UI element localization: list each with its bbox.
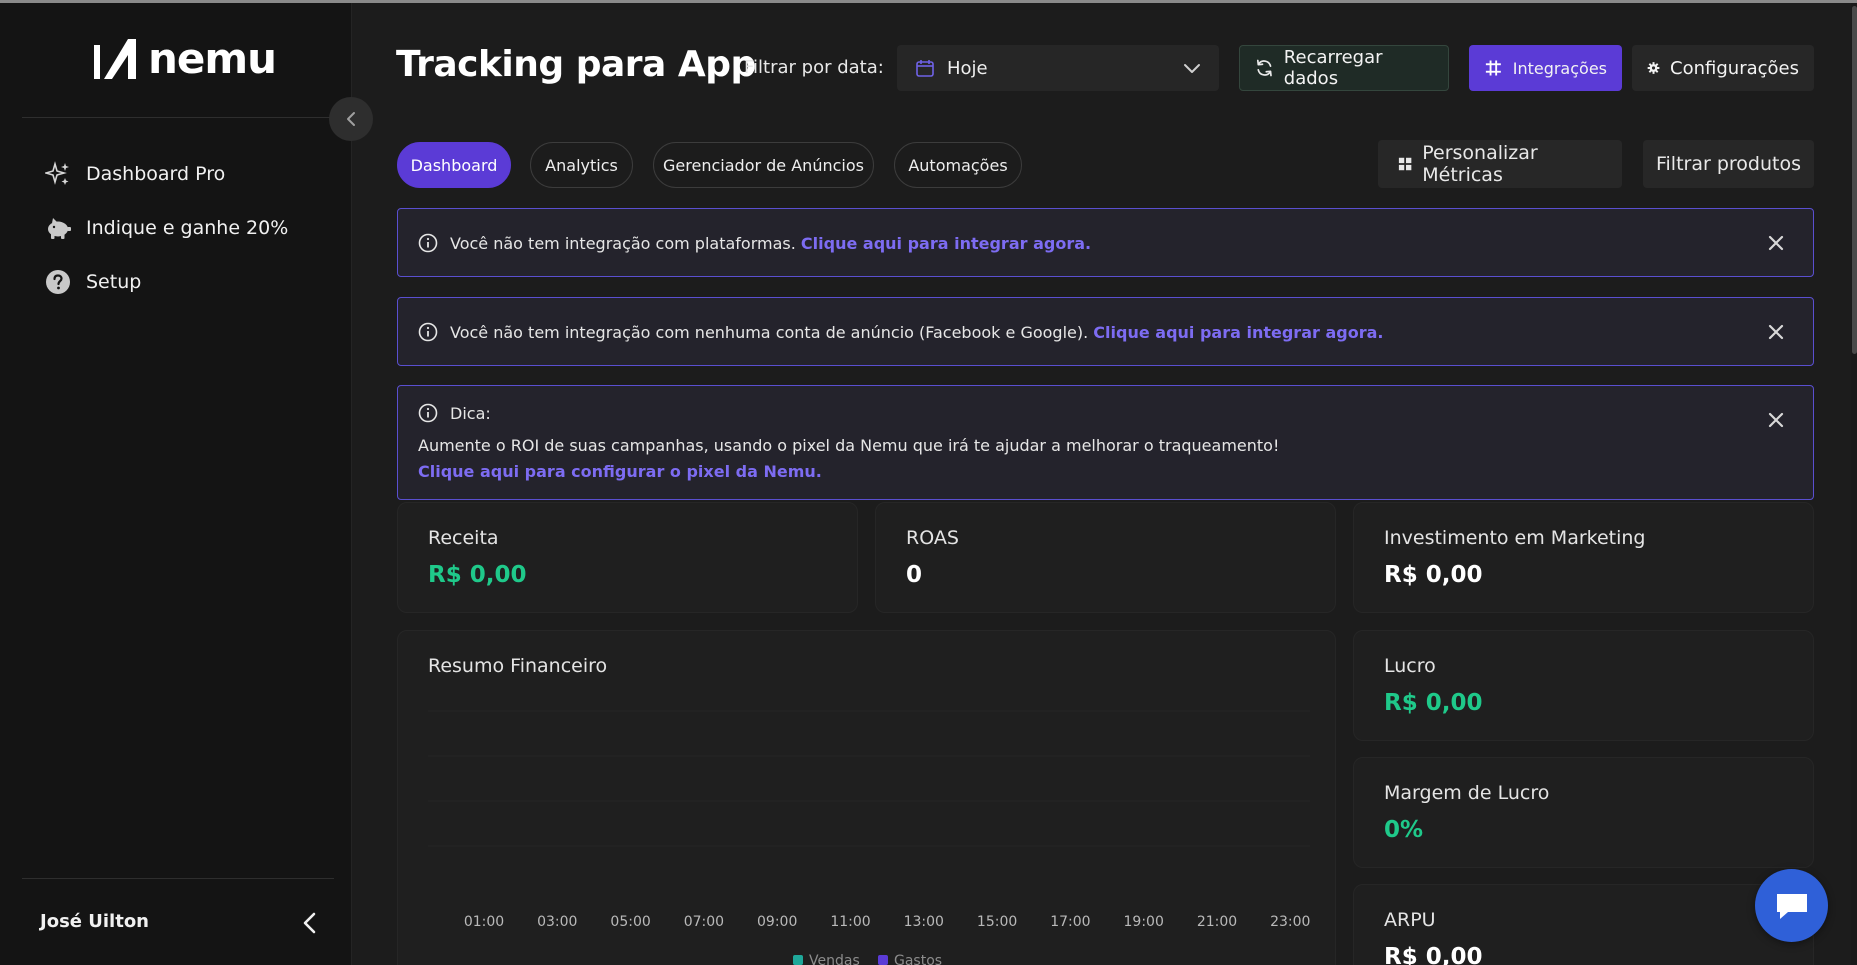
metric-value: R$ 0,00 (1384, 690, 1483, 716)
chart-x-tick-label: 11:00 (830, 914, 870, 930)
metric-card-margem: Margem de Lucro 0% (1353, 757, 1814, 868)
chart-legend-label: Vendas (809, 953, 860, 965)
sidebar-nav: Dashboard Pro Indique e ganhe 20% Setup (44, 147, 288, 309)
sparkles-icon (44, 160, 72, 188)
close-icon[interactable] (1767, 234, 1785, 252)
chart-x-tick-label: 19:00 (1124, 914, 1164, 930)
chart-legend-swatch-vendas (793, 955, 803, 965)
sidebar-item-dashboard-pro[interactable]: Dashboard Pro (44, 147, 288, 201)
chart-x-tick-label: 05:00 (610, 914, 650, 930)
info-icon (418, 233, 438, 253)
metric-label: Receita (428, 527, 499, 549)
chart-card-resumo-financeiro: Resumo Financeiro 01:00 03:00 05:00 07:00 09… (397, 630, 1336, 965)
chevron-down-icon (1184, 64, 1200, 73)
metric-value: 0% (1384, 817, 1424, 843)
tab-gerenciador-anuncios[interactable]: Gerenciador de Anúncios (653, 142, 874, 188)
alert-ads-integration: Você não tem integração com nenhuma cont… (397, 297, 1814, 366)
date-filter-select[interactable]: Hoje (897, 45, 1219, 91)
date-filter-value: Hoje (947, 57, 988, 79)
customize-metrics-button[interactable]: Personalizar Métricas (1378, 140, 1622, 188)
refresh-icon (1256, 59, 1272, 77)
settings-button[interactable]: Configurações (1632, 45, 1814, 91)
chart-x-tick-label: 21:00 (1197, 914, 1237, 930)
chart-legend-swatch-gastos (878, 955, 888, 965)
configure-pixel-link[interactable]: Clique aqui para configurar o pixel da N… (418, 462, 822, 481)
sidebar-item-label: Setup (86, 271, 142, 293)
calendar-icon (916, 60, 934, 77)
tab-dashboard[interactable]: Dashboard (397, 142, 511, 188)
settings-label: Configurações (1670, 57, 1799, 79)
metric-label: Margem de Lucro (1384, 782, 1550, 804)
metric-card-roas: ROAS 0 (875, 502, 1336, 613)
chart-x-tick-label: 07:00 (684, 914, 724, 930)
close-icon[interactable] (1767, 323, 1785, 341)
metric-card-lucro: Lucro R$ 0,00 (1353, 630, 1814, 741)
alert-text: Você não tem integração com plataformas. (450, 233, 796, 253)
integrate-now-link[interactable]: Clique aqui para integrar agora. (801, 234, 1091, 253)
reload-data-button[interactable]: Recarregar dados (1239, 45, 1449, 91)
integrations-label: Integrações (1512, 58, 1607, 78)
filter-products-button[interactable]: Filtrar produtos (1643, 140, 1814, 188)
info-icon (418, 322, 438, 342)
sidebar: nemu Dashboard Pro Indique e ganhe 20% S… (0, 3, 352, 965)
logo[interactable]: nemu (92, 33, 277, 85)
tab-automacoes[interactable]: Automações (894, 142, 1022, 188)
metric-label: ARPU (1384, 909, 1436, 931)
sidebar-bottom-divider (22, 878, 334, 879)
chart-legend-label: Gastos (894, 953, 942, 965)
tip-title: Dica: (450, 403, 491, 423)
info-icon (418, 403, 438, 423)
close-icon[interactable] (1767, 411, 1785, 429)
chart-x-tick-label: 01:00 (464, 914, 504, 930)
integrations-button[interactable]: Integrações (1469, 45, 1622, 91)
page-title: Tracking para App (396, 44, 756, 85)
metric-value: 0 (906, 562, 923, 588)
sidebar-item-label: Indique e ganhe 20% (86, 217, 289, 239)
chat-support-button[interactable] (1755, 869, 1828, 942)
chart-x-tick-label: 23:00 (1270, 914, 1310, 930)
metric-value: R$ 0,00 (428, 562, 527, 588)
metric-label: Investimento em Marketing (1384, 527, 1646, 549)
metric-card-receita: Receita R$ 0,00 (397, 502, 858, 613)
piggy-bank-icon (44, 214, 72, 242)
metric-label: ROAS (906, 527, 959, 549)
sidebar-item-indique[interactable]: Indique e ganhe 20% (44, 201, 288, 255)
tab-analytics[interactable]: Analytics (530, 142, 633, 188)
integrations-icon (1485, 60, 1501, 76)
date-filter-label: Filtrar por data: (744, 57, 884, 78)
help-circle-icon (44, 268, 72, 296)
tip-body: Aumente o ROI de suas campanhas, usando … (418, 436, 1280, 455)
metric-label: Lucro (1384, 655, 1436, 677)
metric-card-arpu: ARPU R$ 0,00 (1353, 884, 1814, 965)
gear-icon (1647, 62, 1660, 74)
chevron-left-icon (347, 112, 355, 126)
chat-bubble-icon (1776, 893, 1807, 919)
metric-value: R$ 0,00 (1384, 562, 1483, 588)
alert-platform-integration: Você não tem integração com plataformas.… (397, 208, 1814, 277)
customize-metrics-label: Personalizar Métricas (1422, 142, 1538, 186)
chart-x-tick-label: 17:00 (1050, 914, 1090, 930)
chart-x-tick-label: 03:00 (537, 914, 577, 930)
sidebar-item-label: Dashboard Pro (86, 163, 226, 185)
integrate-now-link[interactable]: Clique aqui para integrar agora. (1093, 323, 1383, 342)
chart-x-tick-label: 13:00 (904, 914, 944, 930)
chart-x-tick-label: 09:00 (757, 914, 797, 930)
alert-text: Você não tem integração com nenhuma cont… (450, 322, 1089, 342)
logo-text: nemu (148, 34, 277, 83)
alert-pixel-tip: Dica: Aumente o ROI de suas campanhas, u… (397, 385, 1814, 500)
grid-icon (1398, 157, 1412, 171)
page-scrollbar-thumb[interactable] (1852, 6, 1857, 354)
sidebar-divider (22, 117, 334, 118)
user-name[interactable]: José Uilton (40, 911, 149, 932)
metric-value: R$ 0,00 (1384, 944, 1483, 965)
metric-card-investimento: Investimento em Marketing R$ 0,00 (1353, 502, 1814, 613)
financial-summary-chart: 01:00 03:00 05:00 07:00 09:00 11:00 13:00 15:00… (428, 710, 1310, 965)
sidebar-collapse-button[interactable] (329, 97, 373, 141)
nemu-logo-icon (94, 39, 136, 79)
chart-x-tick-label: 15:00 (977, 914, 1017, 930)
collapse-user-chevron-icon[interactable] (300, 911, 320, 935)
reload-data-label: Recarregar dados (1283, 47, 1383, 89)
sidebar-item-setup[interactable]: Setup (44, 255, 288, 309)
